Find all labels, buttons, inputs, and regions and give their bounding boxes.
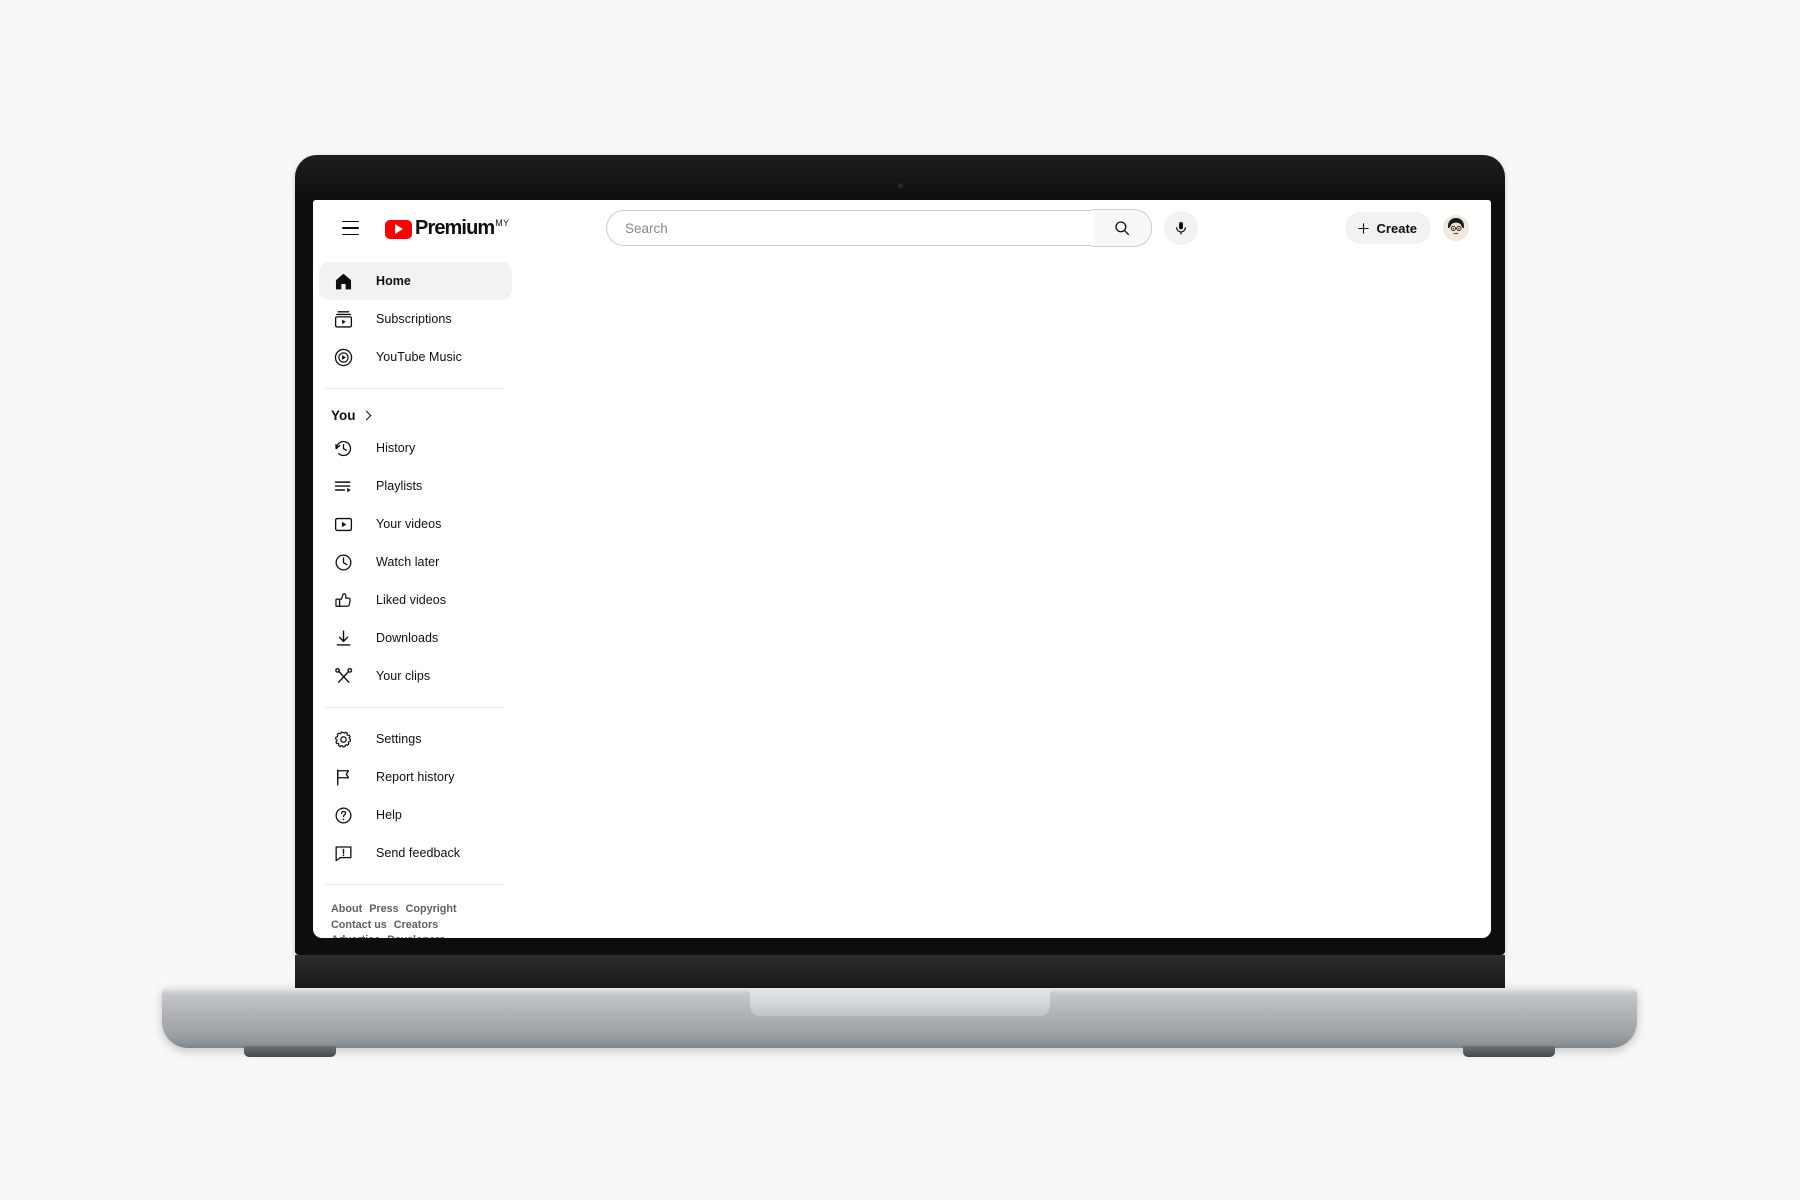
flag-icon <box>331 765 355 789</box>
sidebar-item-watch-later[interactable]: Watch later <box>319 543 512 581</box>
subscriptions-icon <box>331 307 355 331</box>
downloads-icon <box>331 626 355 650</box>
sidebar-divider <box>325 884 504 885</box>
sidebar-item-label: Liked videos <box>376 593 447 607</box>
brand-country-code: MY <box>495 217 510 228</box>
sidebar-item-label: Help <box>376 808 402 822</box>
footer-line: Contact us Creators <box>331 917 504 933</box>
sidebar-item-help[interactable]: Help <box>319 796 512 834</box>
hamburger-icon[interactable] <box>333 211 367 245</box>
create-button[interactable]: Create <box>1344 212 1431 244</box>
chevron-right-icon <box>361 410 371 420</box>
youtube-play-logo-icon <box>385 219 412 239</box>
magnifier-icon <box>1115 221 1130 236</box>
gear-icon <box>331 727 355 751</box>
sidebar-item-youtube-music[interactable]: YouTube Music <box>319 338 512 376</box>
search-box[interactable] <box>606 210 1093 246</box>
footer-link-advertise[interactable]: Advertise <box>331 934 380 938</box>
playlists-icon <box>331 474 355 498</box>
liked-videos-icon <box>331 588 355 612</box>
sidebar-divider <box>325 707 504 708</box>
main-content-area <box>518 256 1491 938</box>
voice-search-button[interactable] <box>1164 211 1198 245</box>
sidebar-item-label: Send feedback <box>376 846 461 860</box>
sidebar-item-label: Downloads <box>376 631 439 645</box>
sidebar-divider <box>325 388 504 389</box>
sidebar: Home Subscriptions YouTube Music You His… <box>313 256 518 938</box>
footer-link-about[interactable]: About <box>331 903 362 915</box>
sidebar-item-label: Settings <box>376 732 422 746</box>
sidebar-item-label: Your videos <box>376 517 442 531</box>
user-avatar-icon <box>1443 215 1469 241</box>
sidebar-item-playlists[interactable]: Playlists <box>319 467 512 505</box>
footer-line: Advertise Developers <box>331 932 504 938</box>
sidebar-footer: About Press Copyright Contact us Creators A… <box>313 897 518 938</box>
sidebar-item-label: Home <box>376 274 411 288</box>
footer-link-developers[interactable]: Developers <box>387 934 445 938</box>
footer-link-press[interactable]: Press <box>369 903 398 915</box>
sidebar-item-label: Report history <box>376 770 455 784</box>
base-notch <box>749 988 1050 1016</box>
sidebar-item-history[interactable]: History <box>319 429 512 467</box>
help-circle-icon <box>331 803 355 827</box>
youtube-music-icon <box>331 345 355 369</box>
sidebar-item-label: YouTube Music <box>376 350 462 364</box>
youtube-topbar: Premium MY Search Create <box>313 200 1491 256</box>
sidebar-item-report-history[interactable]: Report history <box>319 758 512 796</box>
laptop-hinge <box>295 955 1505 990</box>
footer-link-contact-us[interactable]: Contact us <box>331 919 387 931</box>
microphone-icon <box>1176 222 1186 235</box>
footer-link-copyright[interactable]: Copyright <box>406 903 457 915</box>
sidebar-item-send-feedback[interactable]: Send feedback <box>319 834 512 872</box>
history-icon <box>331 436 355 460</box>
app-body: Home Subscriptions YouTube Music You His… <box>313 256 1491 938</box>
sidebar-section-you[interactable]: You <box>313 401 518 429</box>
sidebar-item-your-clips[interactable]: Your clips <box>319 657 512 695</box>
search-button[interactable] <box>1093 209 1152 247</box>
watch-later-icon <box>331 550 355 574</box>
youtube-premium-logo[interactable]: Premium MY <box>385 216 510 239</box>
search-area <box>606 209 1198 247</box>
plus-icon <box>1357 222 1369 234</box>
footer-link-creators[interactable]: Creators <box>394 919 438 931</box>
feedback-icon <box>331 841 355 865</box>
your-clips-icon <box>331 664 355 688</box>
laptop-foot-left <box>244 1046 336 1057</box>
sidebar-section-label: You <box>331 407 356 423</box>
footer-links-group-one: About Press Copyright Contact us Creators A… <box>331 901 504 938</box>
webcam-icon <box>896 182 904 189</box>
screenshot-stage: Premium MY Search Create Home Subscripti… <box>0 0 1800 1200</box>
home-icon <box>331 269 355 293</box>
sidebar-item-downloads[interactable]: Downloads <box>319 619 512 657</box>
avatar[interactable] <box>1443 215 1469 241</box>
search-input[interactable] <box>623 219 1093 237</box>
sidebar-item-label: Watch later <box>376 555 440 569</box>
laptop-foot-right <box>1463 1046 1555 1057</box>
brand-name: Premium <box>415 216 495 239</box>
sidebar-item-your-videos[interactable]: Your videos <box>319 505 512 543</box>
sidebar-item-label: Subscriptions <box>376 312 452 326</box>
create-button-label: Create <box>1376 220 1417 236</box>
laptop-base <box>162 988 1637 1057</box>
sidebar-item-settings[interactable]: Settings <box>319 720 512 758</box>
sidebar-item-label: History <box>376 441 416 455</box>
topbar-actions: Create <box>1344 212 1475 244</box>
sidebar-item-label: Your clips <box>376 669 431 683</box>
sidebar-item-liked-videos[interactable]: Liked videos <box>319 581 512 619</box>
your-videos-icon <box>331 512 355 536</box>
sidebar-item-subscriptions[interactable]: Subscriptions <box>319 300 512 338</box>
footer-line: About Press Copyright <box>331 901 504 917</box>
sidebar-item-label: Playlists <box>376 479 423 493</box>
sidebar-item-home[interactable]: Home <box>319 262 512 300</box>
browser-screen: Premium MY Search Create Home Subscripti… <box>313 200 1491 938</box>
